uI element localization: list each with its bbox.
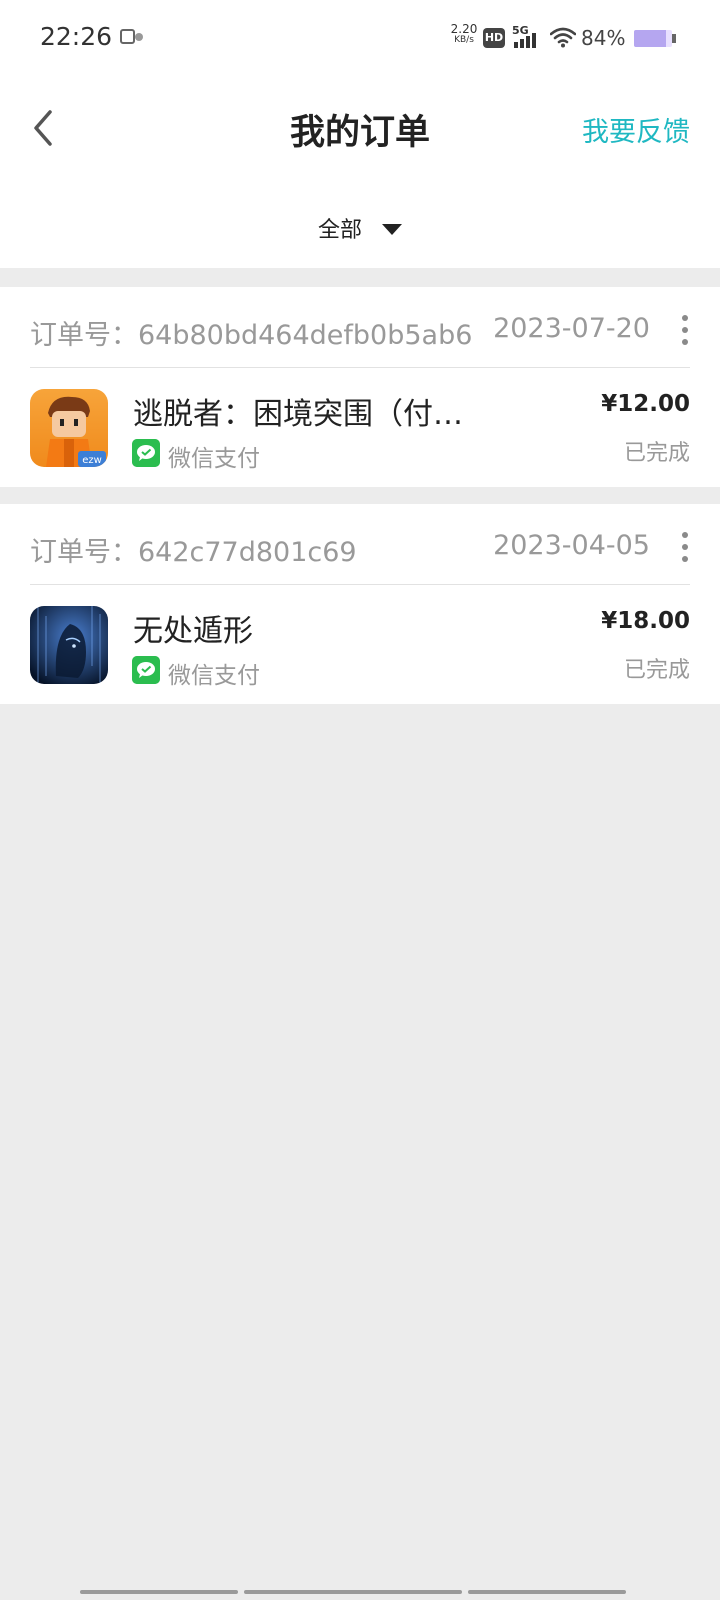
feedback-button[interactable]: 我要反馈 — [582, 110, 690, 149]
header-area: 22:26 2.20 KB/s HD 5G 84% 我的订单 我要反馈 全部 — [0, 0, 720, 268]
svg-text:ezw: ezw — [82, 455, 102, 466]
wechat-pay-icon — [132, 439, 160, 467]
status-bar: 22:26 2.20 KB/s HD 5G 84% — [0, 0, 720, 78]
order-number: 订单号：642c77d801c69 — [30, 537, 357, 568]
divider — [30, 367, 690, 368]
order-status: 已完成 — [623, 658, 690, 683]
game-icon: ezw — [30, 389, 108, 467]
hd-icon: HD — [483, 28, 505, 48]
notification-icon — [120, 29, 135, 44]
more-options-icon[interactable] — [680, 315, 690, 345]
divider — [30, 584, 690, 585]
order-price: ¥12.00 — [601, 391, 690, 417]
wechat-pay-icon — [132, 656, 160, 684]
more-options-icon[interactable] — [680, 532, 690, 562]
battery-icon — [634, 30, 676, 47]
game-name: 逃脱者：困境突围（付… — [133, 397, 463, 432]
order-date: 2023-04-05 — [493, 530, 650, 561]
signal-icon: 5G — [512, 24, 542, 50]
order-number: 订单号：64b80bd464defb0b5ab6 — [30, 320, 473, 351]
filter-selected-label: 全部 — [317, 218, 362, 243]
wifi-icon — [550, 27, 576, 48]
order-price: ¥18.00 — [601, 608, 690, 634]
order-status: 已完成 — [623, 441, 690, 466]
network-speed-unit: KB/s — [454, 35, 474, 45]
battery-percent: 84% — [581, 26, 626, 50]
game-name: 无处遁形 — [133, 614, 253, 649]
payment-method: 微信支付 — [168, 663, 260, 689]
payment-method: 微信支付 — [168, 446, 260, 472]
filter-dropdown[interactable]: 全部 — [0, 212, 720, 244]
order-card[interactable]: 订单号：642c77d801c69 2023-04-05 无处遁形 微信支付 ¥… — [0, 504, 720, 704]
gesture-navigation-bar[interactable] — [0, 1590, 720, 1594]
caret-down-icon — [382, 223, 402, 235]
game-icon — [30, 606, 108, 684]
order-date: 2023-07-20 — [493, 313, 650, 344]
status-time: 22:26 — [40, 22, 113, 51]
order-card[interactable]: 订单号：64b80bd464defb0b5ab6 2023-07-20 ezw … — [0, 287, 720, 487]
notification-dot-icon — [135, 33, 143, 41]
network-speed-value: 2.20 — [450, 22, 478, 36]
network-speed: 2.20 KB/s — [446, 22, 482, 46]
